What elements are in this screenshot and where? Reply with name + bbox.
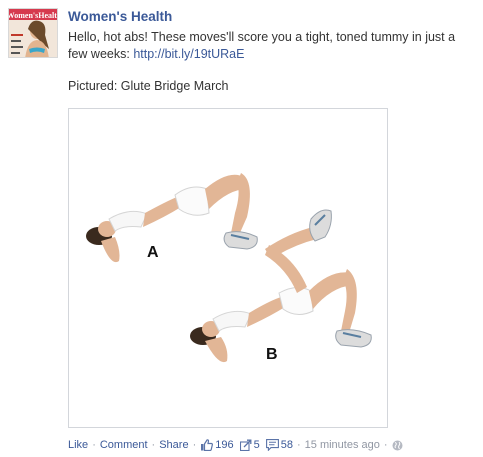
figure-b-label: B <box>266 346 278 363</box>
likes-count-link[interactable]: 196 <box>200 438 234 452</box>
comment-link[interactable]: Comment <box>100 438 148 452</box>
comments-count-link[interactable]: 58 <box>265 438 293 452</box>
like-link[interactable]: Like <box>68 438 88 452</box>
page-name-link[interactable]: Women's Health <box>68 8 476 25</box>
page-avatar[interactable]: Women'sHealth <box>8 8 58 58</box>
post-timestamp-link[interactable]: 15 minutes ago <box>305 438 380 452</box>
shares-count-link[interactable]: 5 <box>239 438 260 452</box>
separator: · <box>383 439 388 451</box>
exercise-illustration: A B <box>86 173 372 363</box>
figure-a: A <box>86 173 258 263</box>
post-photo[interactable]: A B <box>68 108 388 428</box>
post-action-bar: Like · Comment · Share · 196 5 58 · 15 m… <box>68 438 403 452</box>
globe-icon[interactable] <box>392 440 403 451</box>
post-message: Hello, hot abs! These moves'll score you… <box>68 29 476 63</box>
photo-caption: Pictured: Glute Bridge March <box>68 79 229 93</box>
separator: · <box>151 439 156 451</box>
post-content: Women's Health Hello, hot abs! These mov… <box>68 8 476 451</box>
magazine-cover-image: Women'sHealth <box>9 9 58 57</box>
share-icon <box>239 439 252 451</box>
likes-count: 196 <box>215 439 234 451</box>
comments-count: 58 <box>280 439 293 451</box>
avatar-masthead: Women'sHealth <box>9 11 58 20</box>
separator: · <box>192 439 197 451</box>
comment-icon <box>265 439 279 451</box>
shares-count: 5 <box>253 439 260 451</box>
share-link[interactable]: Share <box>159 438 188 452</box>
separator: · <box>92 439 96 451</box>
figure-b: B <box>190 209 372 363</box>
figure-a-label: A <box>147 244 159 261</box>
post-url-link[interactable]: http://bit.ly/19tURaE <box>133 47 244 61</box>
thumbs-up-icon <box>201 439 214 451</box>
separator: · <box>296 439 301 451</box>
post-text: Hello, hot abs! These moves'll score you… <box>68 30 456 61</box>
